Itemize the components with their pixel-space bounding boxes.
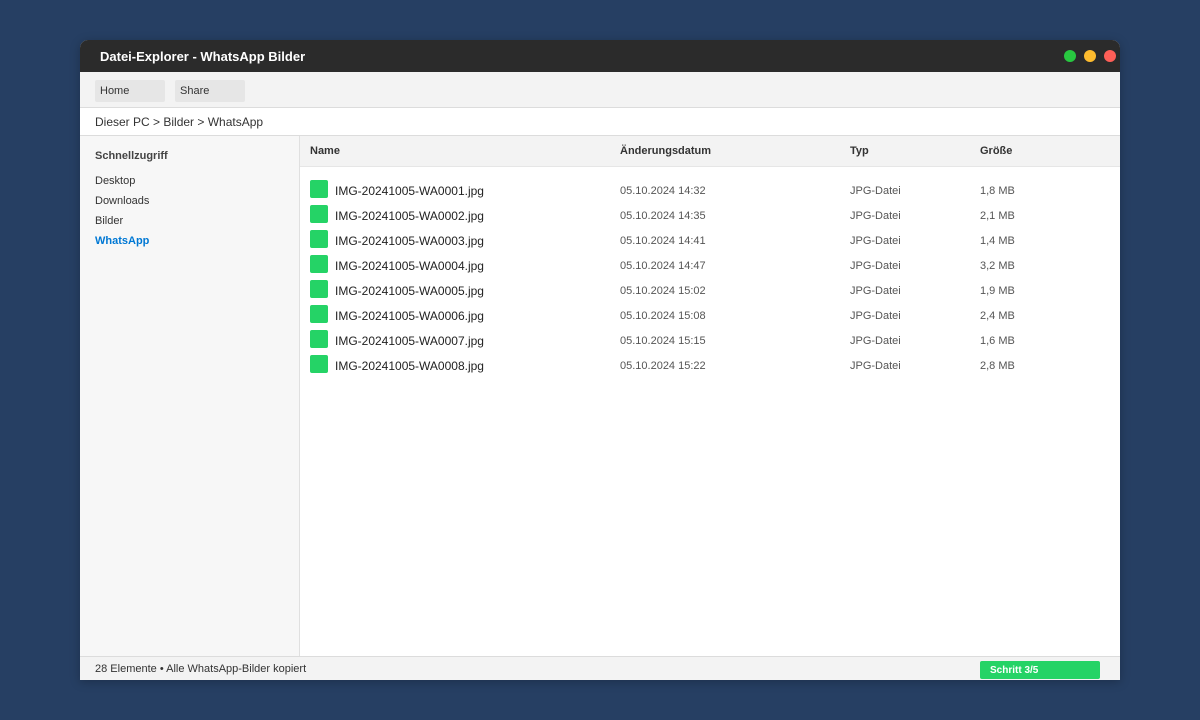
step-label: Schritt 3/5: [990, 665, 1039, 676]
home-button[interactable]: Home: [95, 80, 165, 102]
sidebar-item-bilder[interactable]: Bilder: [95, 215, 123, 227]
sidebar-item-whatsapp[interactable]: WhatsApp: [95, 235, 149, 247]
table-row[interactable]: IMG-20241005-WA0005.jpg 05.10.2024 15:02…: [300, 278, 1120, 303]
table-row[interactable]: IMG-20241005-WA0003.jpg 05.10.2024 14:41…: [300, 228, 1120, 253]
image-file-icon: [310, 355, 328, 373]
file-type: JPG-Datei: [850, 285, 901, 297]
image-file-icon: [310, 330, 328, 348]
image-file-icon: [310, 205, 328, 223]
step-progress-badge: Schritt 3/5: [980, 661, 1100, 679]
file-size: 2,8 MB: [980, 360, 1015, 372]
file-name: IMG-20241005-WA0005.jpg: [335, 284, 484, 298]
sidebar: Schnellzugriff Desktop Downloads Bilder …: [80, 136, 300, 656]
column-header-date[interactable]: Änderungsdatum: [620, 145, 711, 157]
title-bar[interactable]: Datei-Explorer - WhatsApp Bilder: [80, 40, 1120, 72]
file-name: IMG-20241005-WA0007.jpg: [335, 334, 484, 348]
status-bar: 28 Elemente • Alle WhatsApp-Bilder kopie…: [80, 656, 1120, 680]
file-type: JPG-Datei: [850, 210, 901, 222]
table-row[interactable]: IMG-20241005-WA0004.jpg 05.10.2024 14:47…: [300, 253, 1120, 278]
file-name: IMG-20241005-WA0004.jpg: [335, 259, 484, 273]
sidebar-item-downloads[interactable]: Downloads: [95, 195, 149, 207]
file-date: 05.10.2024 15:22: [620, 360, 706, 372]
toolbar: Home Share: [80, 72, 1120, 108]
file-type: JPG-Datei: [850, 260, 901, 272]
file-name: IMG-20241005-WA0003.jpg: [335, 234, 484, 248]
file-type: JPG-Datei: [850, 185, 901, 197]
window-title: Datei-Explorer - WhatsApp Bilder: [100, 49, 306, 64]
file-date: 05.10.2024 15:15: [620, 335, 706, 347]
table-row[interactable]: IMG-20241005-WA0001.jpg 05.10.2024 14:32…: [300, 178, 1120, 203]
file-type: JPG-Datei: [850, 360, 901, 372]
share-button[interactable]: Share: [175, 80, 245, 102]
file-list: Name Änderungsdatum Typ Größe IMG-202410…: [300, 136, 1120, 656]
file-type: JPG-Datei: [850, 335, 901, 347]
file-date: 05.10.2024 15:08: [620, 310, 706, 322]
file-date: 05.10.2024 14:41: [620, 235, 706, 247]
column-header-row: Name Änderungsdatum Typ Größe: [300, 136, 1120, 167]
file-type: JPG-Datei: [850, 310, 901, 322]
address-bar[interactable]: Dieser PC > Bilder > WhatsApp: [80, 108, 1120, 136]
maximize-button[interactable]: [1064, 50, 1076, 62]
column-header-size[interactable]: Größe: [980, 145, 1012, 157]
status-text: 28 Elemente • Alle WhatsApp-Bilder kopie…: [95, 663, 307, 675]
file-date: 05.10.2024 15:02: [620, 285, 706, 297]
column-header-type[interactable]: Typ: [850, 145, 869, 157]
file-date: 05.10.2024 14:35: [620, 210, 706, 222]
file-size: 2,1 MB: [980, 210, 1015, 222]
table-row[interactable]: IMG-20241005-WA0008.jpg 05.10.2024 15:22…: [300, 353, 1120, 378]
image-file-icon: [310, 280, 328, 298]
file-size: 3,2 MB: [980, 260, 1015, 272]
image-file-icon: [310, 305, 328, 323]
image-file-icon: [310, 255, 328, 273]
image-file-icon: [310, 180, 328, 198]
table-row[interactable]: IMG-20241005-WA0002.jpg 05.10.2024 14:35…: [300, 203, 1120, 228]
breadcrumb[interactable]: Dieser PC > Bilder > WhatsApp: [95, 115, 263, 129]
file-size: 2,4 MB: [980, 310, 1015, 322]
sidebar-item-desktop[interactable]: Desktop: [95, 175, 135, 187]
quick-access-heading: Schnellzugriff: [95, 150, 168, 162]
file-name: IMG-20241005-WA0001.jpg: [335, 184, 484, 198]
file-type: JPG-Datei: [850, 235, 901, 247]
file-name: IMG-20241005-WA0008.jpg: [335, 359, 484, 373]
file-size: 1,9 MB: [980, 285, 1015, 297]
file-size: 1,8 MB: [980, 185, 1015, 197]
file-name: IMG-20241005-WA0006.jpg: [335, 309, 484, 323]
minimize-button[interactable]: [1084, 50, 1096, 62]
file-name: IMG-20241005-WA0002.jpg: [335, 209, 484, 223]
column-header-name[interactable]: Name: [310, 145, 340, 157]
file-size: 1,6 MB: [980, 335, 1015, 347]
table-row[interactable]: IMG-20241005-WA0007.jpg 05.10.2024 15:15…: [300, 328, 1120, 353]
file-date: 05.10.2024 14:47: [620, 260, 706, 272]
close-button[interactable]: [1104, 50, 1116, 62]
image-file-icon: [310, 230, 328, 248]
table-row[interactable]: IMG-20241005-WA0006.jpg 05.10.2024 15:08…: [300, 303, 1120, 328]
file-size: 1,4 MB: [980, 235, 1015, 247]
file-explorer-window: Datei-Explorer - WhatsApp Bilder Home Sh…: [80, 40, 1120, 680]
file-date: 05.10.2024 14:32: [620, 185, 706, 197]
